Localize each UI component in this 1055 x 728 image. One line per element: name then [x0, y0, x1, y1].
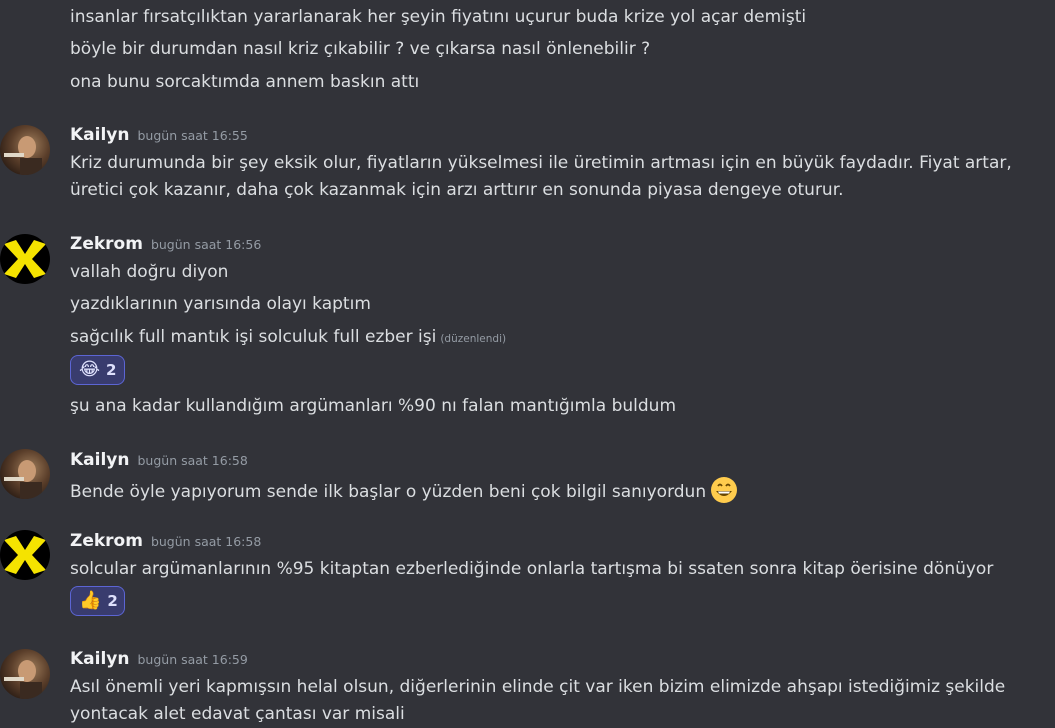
message-text: yazdıklarının yarısında olayı kaptım — [70, 294, 371, 314]
smile-emoji-icon — [711, 477, 738, 503]
edited-label: (düzenlendi) — [440, 333, 507, 345]
timestamp: bugün saat 16:59 — [137, 652, 248, 667]
chat-messages: insanlar fırsatçılıktan yararlanarak her… — [0, 0, 1055, 728]
avatar-kailyn[interactable] — [0, 649, 50, 699]
reaction-count: 2 — [107, 592, 118, 610]
message-text: Kriz durumunda bir şey eksik olur, fiyat… — [70, 153, 1012, 173]
username[interactable]: Zekrom — [70, 234, 143, 254]
message-header: Kailyn bugün saat 16:58 — [70, 449, 248, 472]
username[interactable]: Zekrom — [70, 531, 143, 551]
message-body: Bende öyle yapıyorum sende ilk başlar o … — [70, 482, 707, 502]
avatar-kailyn[interactable] — [0, 449, 50, 499]
avatar-zekrom[interactable] — [0, 530, 50, 580]
username[interactable]: Kailyn — [70, 649, 129, 669]
message-text: solcular argümanlarının %95 kitaptan ezb… — [70, 559, 994, 579]
reaction-button[interactable]: 👍 2 — [70, 586, 125, 616]
message-text: böyle bir durumdan nasıl kriz çıkabilir … — [70, 39, 651, 59]
reaction-count: 2 — [106, 361, 117, 379]
message-text: insanlar fırsatçılıktan yararlanarak her… — [70, 7, 807, 27]
timestamp: bugün saat 16:58 — [150, 534, 262, 549]
avatar-kailyn[interactable] — [0, 125, 50, 175]
timestamp: bugün saat 16:58 — [137, 453, 248, 468]
username[interactable]: Kailyn — [70, 125, 129, 145]
message-text: üretici çok kazanır, daha çok kazanmak i… — [70, 180, 844, 200]
laughing-emoji-icon: 😂 — [79, 359, 101, 380]
message-header: Kailyn bugün saat 16:55 — [70, 124, 248, 147]
timestamp: bugün saat 16:56 — [150, 237, 262, 252]
message-text: ona bunu sorcaktımda annem baskın attı — [70, 72, 420, 92]
username[interactable]: Kailyn — [70, 450, 129, 470]
message-text: Bende öyle yapıyorum sende ilk başlar o … — [70, 476, 738, 504]
message-header: Zekrom bugün saat 16:58 — [70, 530, 261, 553]
message-header: Kailyn bugün saat 16:59 — [70, 648, 248, 671]
thumbs-up-emoji-icon: 👍 — [79, 590, 102, 611]
message-header: Zekrom bugün saat 16:56 — [70, 233, 261, 256]
message-text: Asıl önemli yeri kapmışsın helal olsun, … — [70, 677, 1006, 697]
message-body: sağcılık full mantık işi solculuk full e… — [70, 327, 437, 347]
message-text: yontacak alet edavat çantası var misali — [70, 704, 405, 724]
avatar-zekrom[interactable] — [0, 234, 50, 284]
reaction-button[interactable]: 😂 2 — [70, 355, 125, 385]
message-text: şu ana kadar kullandığım argümanları %90… — [70, 396, 677, 416]
timestamp: bugün saat 16:55 — [137, 128, 248, 143]
message-text: vallah doğru diyon — [70, 262, 229, 282]
message-text: sağcılık full mantık işi solculuk full e… — [70, 325, 506, 351]
